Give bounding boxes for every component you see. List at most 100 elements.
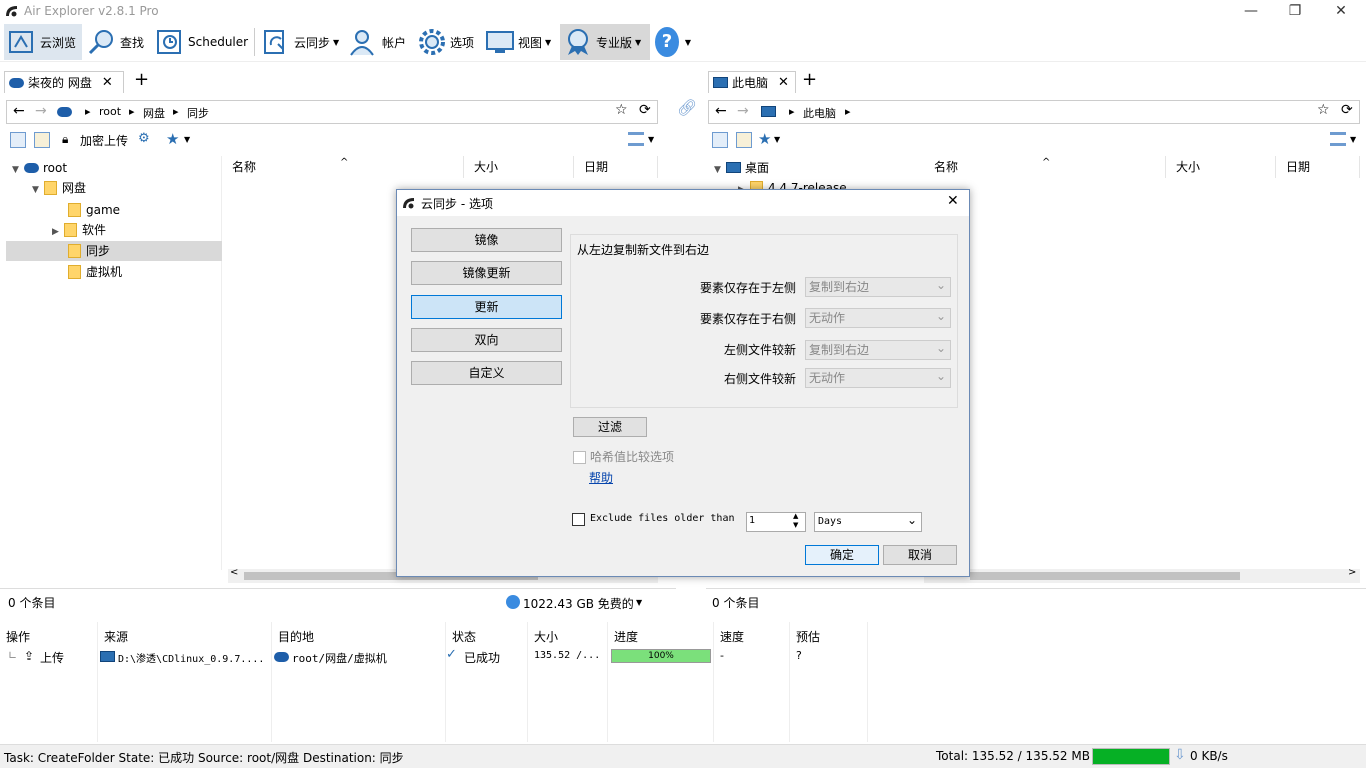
- chevron-right-icon[interactable]: ▶: [52, 222, 64, 242]
- mode-mirror-update-button[interactable]: 镜像更新: [411, 261, 562, 285]
- new-folder-icon[interactable]: [34, 132, 50, 148]
- chevron-down-icon[interactable]: ▼: [1350, 135, 1356, 144]
- filter-button[interactable]: 过滤: [573, 417, 647, 437]
- col-size[interactable]: 大小: [1166, 156, 1276, 178]
- view-button[interactable]: 视图 ▼: [482, 24, 560, 60]
- toolbar-label: 云浏览: [40, 35, 77, 50]
- breadcrumb-pc[interactable]: 此电脑: [803, 105, 836, 121]
- forward-arrow-icon[interactable]: →: [35, 103, 47, 119]
- chevron-down-icon[interactable]: ▼: [184, 135, 190, 144]
- tree-item-vm[interactable]: 虚拟机: [6, 262, 222, 282]
- favorites-star-icon[interactable]: ★: [758, 130, 771, 148]
- tree-item-tongbu[interactable]: 同步: [6, 241, 222, 261]
- refresh-icon[interactable]: ⟳: [1341, 102, 1353, 118]
- cancel-button[interactable]: 取消: [883, 545, 957, 565]
- star-icon[interactable]: ☆: [1317, 102, 1330, 118]
- tree-item-desktop[interactable]: ▼ 桌面: [708, 158, 924, 178]
- back-arrow-icon[interactable]: ←: [715, 103, 727, 119]
- filter-icon[interactable]: ⚙: [138, 131, 150, 146]
- breadcrumb-tongbu[interactable]: 同步: [187, 105, 209, 121]
- tab-left-cloud[interactable]: 柒夜的 网盘 ✕: [4, 71, 124, 93]
- minimize-button[interactable]: —: [1228, 0, 1274, 22]
- back-arrow-icon[interactable]: ←: [13, 103, 25, 119]
- sync-options-dialog: 云同步 - 选项 ✕ 镜像 镜像更新 更新 双向 自定义 从左边复制新文件到右边…: [396, 189, 970, 577]
- help-link[interactable]: 帮助: [589, 469, 613, 486]
- tree-item-software[interactable]: ▶ 软件: [6, 220, 222, 240]
- breadcrumb-wangpan[interactable]: 网盘: [143, 105, 165, 121]
- search-button[interactable]: 查找: [84, 24, 148, 60]
- tree-view-icon[interactable]: [712, 132, 728, 148]
- rule-right-only-select[interactable]: 无动作: [805, 307, 951, 328]
- toolbar-label: 查找: [120, 35, 145, 50]
- computer-icon: [761, 106, 776, 117]
- chevron-down-icon[interactable]: ▼: [714, 160, 726, 180]
- stepper-down-icon[interactable]: ▼: [793, 521, 798, 529]
- col-date[interactable]: 日期: [574, 156, 658, 178]
- cloud-sync-button[interactable]: 云同步 ▼: [258, 24, 346, 60]
- restore-button[interactable]: ❐: [1272, 0, 1318, 22]
- close-tab-icon[interactable]: ✕: [778, 75, 789, 90]
- mode-update-button[interactable]: 更新: [411, 295, 562, 319]
- rule-left-newer-select[interactable]: 复制到右边: [805, 339, 951, 360]
- rule-left-only-select[interactable]: 复制到右边: [805, 276, 951, 297]
- right-address-bar[interactable]: ← → ▸ 此电脑 ▸ ☆ ⟳: [708, 100, 1360, 124]
- scroll-right-icon[interactable]: >: [1348, 567, 1356, 578]
- add-tab-button[interactable]: +: [134, 69, 149, 90]
- chevron-down-icon[interactable]: ▼: [636, 598, 642, 607]
- refresh-icon[interactable]: ⟳: [639, 102, 651, 118]
- chevron-down-icon[interactable]: ▼: [32, 180, 44, 200]
- stepper-up-icon[interactable]: ▲: [793, 512, 798, 520]
- exclude-old-checkbox[interactable]: [572, 513, 585, 526]
- folder-icon: [68, 203, 81, 217]
- download-arrow-icon: ⇩: [1174, 747, 1186, 763]
- dialog-close-icon[interactable]: ✕: [947, 193, 959, 209]
- mode-mirror-button[interactable]: 镜像: [411, 228, 562, 252]
- breadcrumb-root[interactable]: root: [99, 105, 121, 118]
- tab-right-pc[interactable]: 此电脑 ✕: [708, 71, 796, 93]
- ok-button[interactable]: 确定: [805, 545, 879, 565]
- scroll-thumb[interactable]: [970, 572, 1240, 580]
- scroll-left-icon[interactable]: <: [230, 567, 238, 578]
- scheduler-button[interactable]: Scheduler: [152, 24, 248, 60]
- close-window-button[interactable]: ✕: [1318, 0, 1364, 22]
- accounts-button[interactable]: 帐户: [346, 24, 412, 60]
- view-mode-icon[interactable]: [628, 132, 644, 146]
- col-name[interactable]: 名称 ^: [924, 156, 1166, 178]
- col-size[interactable]: 大小: [464, 156, 574, 178]
- new-folder-icon[interactable]: [736, 132, 752, 148]
- close-tab-icon[interactable]: ✕: [102, 75, 113, 90]
- mode-bidirectional-button[interactable]: 双向: [411, 328, 562, 352]
- pro-version-button[interactable]: 专业版 ▼: [560, 24, 650, 60]
- hash-compare-checkbox[interactable]: [573, 451, 586, 464]
- mode-custom-button[interactable]: 自定义: [411, 361, 562, 385]
- forward-arrow-icon[interactable]: →: [737, 103, 749, 119]
- star-icon[interactable]: ☆: [615, 102, 628, 118]
- onedrive-icon: [9, 77, 24, 88]
- view-mode-icon[interactable]: [1330, 132, 1346, 146]
- tree-item-root[interactable]: ▼ root: [6, 158, 222, 178]
- rule-right-newer-select[interactable]: 无动作: [805, 367, 951, 388]
- right-h-scrollbar[interactable]: >: [924, 567, 1360, 583]
- stepper-value: 1: [749, 515, 756, 526]
- tree-view-icon[interactable]: [10, 132, 26, 148]
- options-button[interactable]: 选项: [414, 24, 480, 60]
- rule-label: 右侧文件较新: [723, 372, 796, 386]
- help-button[interactable]: ? ▼: [652, 24, 694, 60]
- col-label: 日期: [1286, 160, 1311, 174]
- gear-icon: [417, 27, 447, 57]
- col-date[interactable]: 日期: [1276, 156, 1360, 178]
- tree-item-game[interactable]: game: [6, 200, 222, 220]
- chevron-down-icon[interactable]: ▼: [774, 135, 780, 144]
- chevron-down-icon[interactable]: ▼: [12, 160, 24, 180]
- left-address-bar[interactable]: ← → ▸ root ▸ 网盘 ▸ 同步 ☆ ⟳: [6, 100, 658, 124]
- tree-item-wangpan[interactable]: ▼ 网盘: [6, 178, 222, 198]
- encrypt-upload-button[interactable]: 加密上传: [80, 132, 128, 149]
- exclude-unit-select[interactable]: Days ⌄: [814, 512, 922, 532]
- chevron-down-icon[interactable]: ▼: [648, 135, 654, 144]
- favorites-star-icon[interactable]: ★: [166, 130, 179, 148]
- link-panes-icon[interactable]: 🔗︎: [677, 98, 697, 117]
- cloud-browse-button[interactable]: 云浏览: [4, 24, 82, 60]
- exclude-days-stepper[interactable]: 1 ▲ ▼: [746, 512, 806, 532]
- col-name[interactable]: 名称 ^: [222, 156, 464, 178]
- add-tab-button[interactable]: +: [802, 69, 817, 90]
